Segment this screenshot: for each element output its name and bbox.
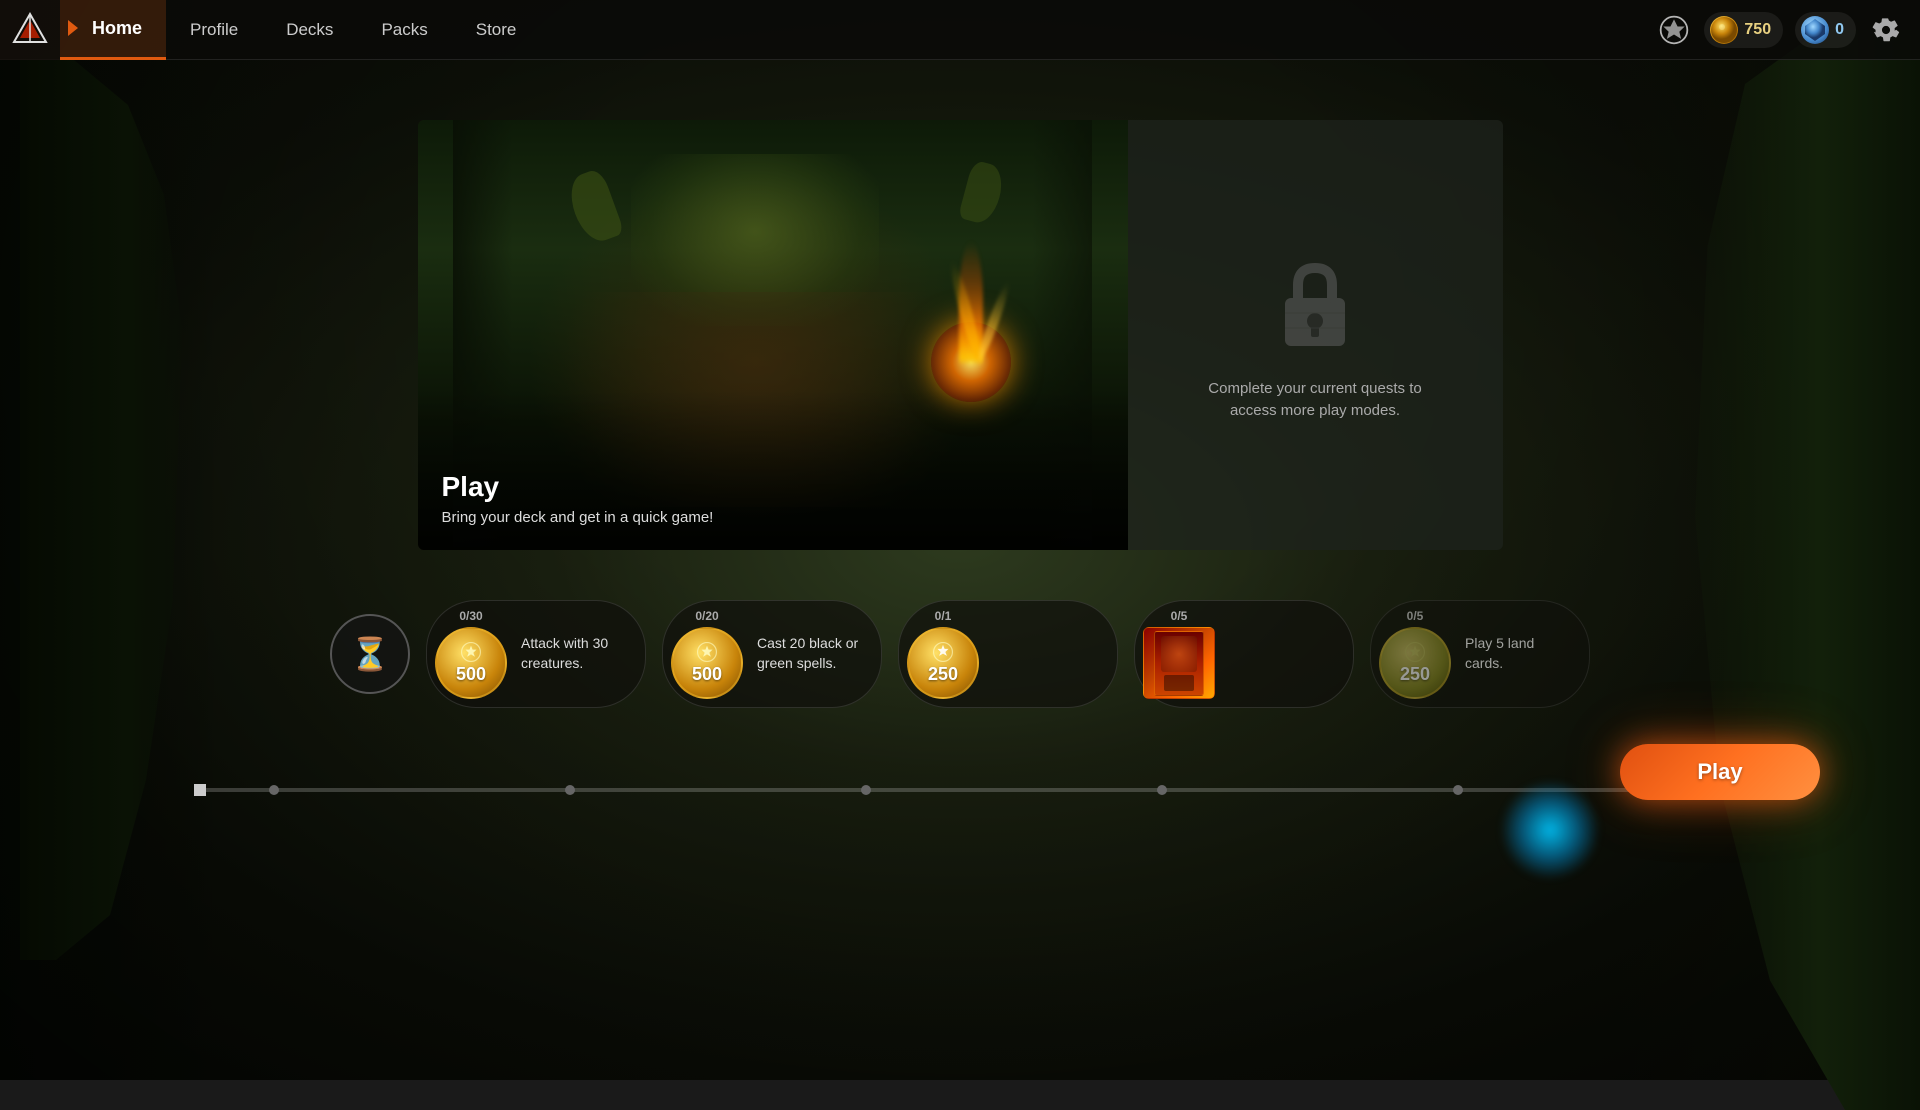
nav-tab-profile[interactable]: Profile <box>166 0 262 60</box>
gem-currency-display: 0 <box>1795 12 1856 48</box>
lock-icon <box>1270 253 1360 353</box>
gold-amount: 750 <box>1744 21 1771 39</box>
play-card-title: Play <box>442 471 714 503</box>
settings-icon[interactable] <box>1868 12 1904 48</box>
quest-1-progress: 0/30 <box>459 609 482 623</box>
quest-item-4[interactable]: 0/5 <box>1134 600 1354 708</box>
quest-timer: ⏳ <box>330 614 410 694</box>
quest-5-description: Play 5 land cards. <box>1465 634 1569 673</box>
nav-right-section: 750 0 <box>1656 12 1920 48</box>
hourglass-icon: ⏳ <box>350 635 390 673</box>
progress-tick-5 <box>1453 785 1463 795</box>
nav-tab-packs[interactable]: Packs <box>357 0 451 60</box>
quest-3-reward: 250 <box>928 664 958 685</box>
nav-logo <box>0 0 60 60</box>
progress-timeline <box>200 788 1680 792</box>
play-card-subtitle: Bring your deck and get in a quick game! <box>442 509 714 526</box>
quest-2-description: Cast 20 black or green spells. <box>757 634 861 673</box>
nav-home-label: Home <box>92 18 142 39</box>
play-card-gradient <box>418 390 1128 550</box>
play-card-info: Play Bring your deck and get in a quick … <box>442 471 714 526</box>
progress-tick-3 <box>861 785 871 795</box>
quest-item-2[interactable]: 0/20 500 Cast 20 black or green spells. <box>662 600 882 708</box>
quest-item-1[interactable]: 0/30 500 Attack with 30 creatures. <box>426 600 646 708</box>
lock-icon-container <box>1265 248 1365 358</box>
progress-start <box>194 784 206 796</box>
quest-4-card-art <box>1143 627 1215 699</box>
progress-tick-1 <box>269 785 279 795</box>
nav-store-label: Store <box>476 20 517 40</box>
gold-icon <box>1710 16 1738 44</box>
quest-5-reward: 250 <box>1400 664 1430 685</box>
nav-packs-label: Packs <box>381 20 427 40</box>
quest-4-progress: 0/5 <box>1171 609 1188 623</box>
quest-2-reward: 500 <box>692 664 722 685</box>
mtg-logo-icon <box>12 12 48 48</box>
main-content: Play Bring your deck and get in a quick … <box>0 60 1920 1080</box>
play-button[interactable]: Play <box>1620 744 1820 800</box>
nav-profile-label: Profile <box>190 20 238 40</box>
quest-5-wrapper: 0/5 250 <box>1379 609 1451 699</box>
quest-5-progress: 0/5 <box>1407 609 1424 623</box>
gold-currency-display: 750 <box>1704 12 1783 48</box>
gem-icon <box>1801 16 1829 44</box>
nav-decks-label: Decks <box>286 20 333 40</box>
locked-text: Complete your current quests to access m… <box>1195 378 1435 423</box>
quest-2-progress: 0/20 <box>695 609 718 623</box>
quest-1-description: Attack with 30 creatures. <box>521 634 625 673</box>
cyan-glow-orb <box>1500 780 1600 880</box>
quest-1-wrapper: 0/30 500 <box>435 609 507 699</box>
progress-tick-2 <box>565 785 575 795</box>
quest-2-wrapper: 0/20 500 <box>671 609 743 699</box>
nav-tab-store[interactable]: Store <box>452 0 541 60</box>
navbar: Home Profile Decks Packs Store <box>0 0 1920 60</box>
quest-3-coin: 250 <box>907 627 979 699</box>
nav-tab-home[interactable]: Home <box>60 0 166 60</box>
quest-1-reward: 500 <box>456 664 486 685</box>
quest-2-coin: 500 <box>671 627 743 699</box>
quest-4-wrapper: 0/5 <box>1143 609 1215 699</box>
progress-tick-4 <box>1157 785 1167 795</box>
mode-cards-row: Play Bring your deck and get in a quick … <box>410 120 1510 550</box>
quest-5-coin: 250 <box>1379 627 1451 699</box>
quest-item-3[interactable]: 0/1 250 <box>898 600 1118 708</box>
play-mode-card[interactable]: Play Bring your deck and get in a quick … <box>418 120 1128 550</box>
quest-3-progress: 0/1 <box>935 609 952 623</box>
quest-3-wrapper: 0/1 250 <box>907 609 979 699</box>
quest-item-5[interactable]: 0/5 250 Play 5 land cards. <box>1370 600 1590 708</box>
gem-amount: 0 <box>1835 21 1844 39</box>
nav-tab-decks[interactable]: Decks <box>262 0 357 60</box>
play-button-label: Play <box>1697 759 1742 785</box>
planeswalker-icon <box>1656 12 1692 48</box>
locked-mode-card: Complete your current quests to access m… <box>1128 120 1503 550</box>
quests-row: ⏳ 0/30 500 Attack with 30 creatures. 0/2… <box>360 600 1560 708</box>
quest-1-coin: 500 <box>435 627 507 699</box>
